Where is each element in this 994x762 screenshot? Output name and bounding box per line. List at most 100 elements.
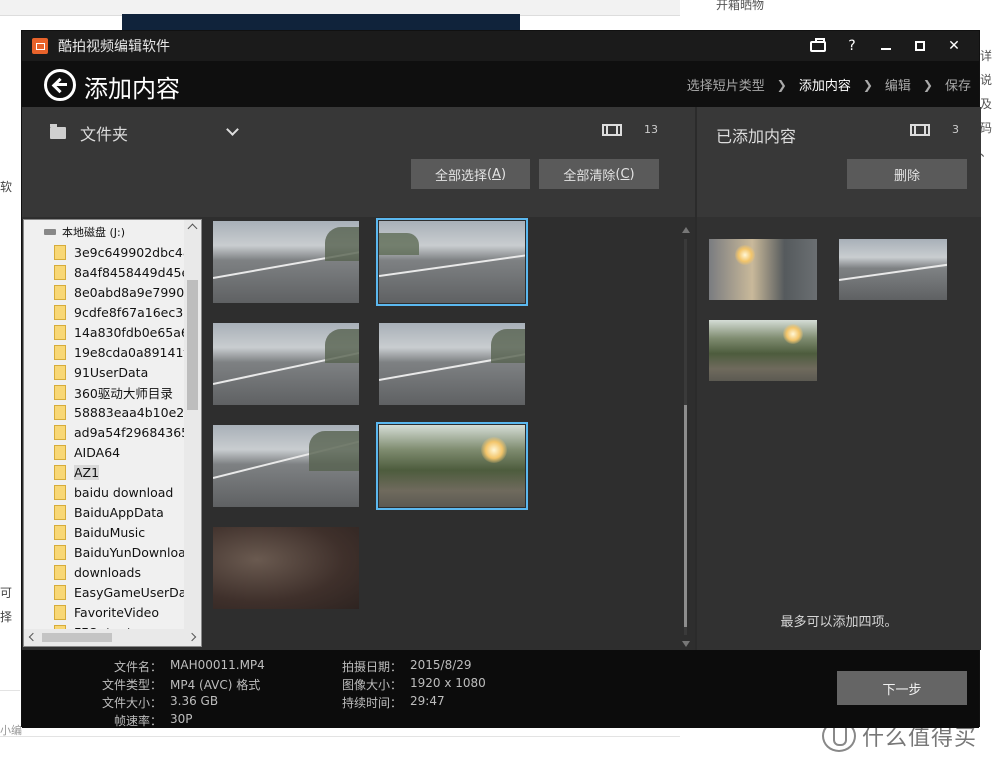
background-divider xyxy=(0,690,20,691)
folder-icon xyxy=(54,604,66,620)
added-count: 3 xyxy=(910,123,959,136)
film-icon xyxy=(602,123,622,136)
step-add-content[interactable]: 添加内容 xyxy=(799,75,851,94)
info-duration: 持续时间： 29:47 xyxy=(341,694,445,710)
video-thumbnail[interactable] xyxy=(213,425,359,507)
folder-icon xyxy=(54,244,66,260)
video-thumbnail-selected[interactable] xyxy=(376,422,528,510)
tree-item[interactable]: 58883eaa4b10e20 xyxy=(54,402,188,422)
video-thumbnail[interactable] xyxy=(213,221,359,303)
tree-item[interactable]: BaiduAppData xyxy=(54,502,188,522)
scroll-up-icon[interactable] xyxy=(682,227,690,233)
info-filename: 文件名： MAH00011.MP4 xyxy=(113,658,265,674)
tree-vertical-scrollbar[interactable] xyxy=(184,220,201,630)
toolbox-icon xyxy=(810,37,826,52)
background-right-column: 详 说 及 码 、 xyxy=(980,49,993,159)
added-clip-thumbnail[interactable] xyxy=(709,239,817,300)
tree-item[interactable]: baidu download xyxy=(54,482,188,502)
maximize-icon xyxy=(915,41,925,51)
video-thumbnail[interactable] xyxy=(213,527,359,609)
scroll-up-icon[interactable] xyxy=(187,223,198,234)
scroll-down-icon[interactable] xyxy=(682,641,690,647)
chevron-right-icon: ❯ xyxy=(776,77,787,92)
help-button[interactable]: ? xyxy=(835,31,869,61)
folder-icon xyxy=(54,344,66,360)
scroll-left-icon[interactable] xyxy=(28,632,38,642)
video-thumbnail-selected[interactable] xyxy=(376,218,528,306)
tree-item[interactable]: downloads xyxy=(54,562,188,582)
tree-item[interactable]: 9cdfe8f67a16ec3e xyxy=(54,302,188,322)
source-panel: 文件夹 13 全部选择(A) 全部清除(C) 本地磁盘 (J:) 3e9c649… xyxy=(22,107,695,650)
folder-icon xyxy=(54,424,66,440)
scroll-thumb[interactable] xyxy=(187,280,198,410)
minimize-icon xyxy=(881,48,891,50)
folder-icon xyxy=(54,504,66,520)
step-edit[interactable]: 编辑 xyxy=(885,75,911,94)
minimize-button[interactable] xyxy=(869,31,903,61)
tree-item[interactable]: 8e0abd8a9e79901 xyxy=(54,282,188,302)
folder-selector[interactable]: 文件夹 xyxy=(50,121,128,145)
video-thumbnail[interactable] xyxy=(379,323,525,405)
tree-item[interactable]: BaiduYunDownload xyxy=(54,542,188,562)
folder-tree[interactable]: 本地磁盘 (J:) 3e9c649902dbc48 8a4f8458449d45… xyxy=(23,219,202,647)
folder-label: 文件夹 xyxy=(80,125,129,144)
tree-item[interactable]: BaiduMusic xyxy=(54,522,188,542)
folder-icon xyxy=(54,444,66,460)
drive-icon xyxy=(44,229,56,235)
added-clip-thumbnail[interactable] xyxy=(709,320,817,381)
tree-item[interactable]: 91UserData xyxy=(54,362,188,382)
background-right-title: 开箱晒物 xyxy=(716,0,765,12)
tree-item[interactable]: 14a830fdb0e65a63 xyxy=(54,322,188,342)
select-all-button[interactable]: 全部选择(A) xyxy=(411,159,530,189)
step-select-type[interactable]: 选择短片类型 xyxy=(687,75,765,94)
folder-icon xyxy=(54,404,66,420)
scroll-right-icon[interactable] xyxy=(187,632,197,642)
added-content-panel: 已添加内容 3 删除 最多可以添加四项。 xyxy=(697,107,981,650)
step-breadcrumb: 选择短片类型 ❯ 添加内容 ❯ 编辑 ❯ 保存 xyxy=(687,75,971,95)
maximize-button[interactable] xyxy=(903,31,937,61)
folder-icon xyxy=(54,364,66,380)
chevron-right-icon: ❯ xyxy=(862,77,873,92)
folder-icon xyxy=(54,584,66,600)
close-button[interactable]: ✕ xyxy=(937,31,971,61)
added-clip-thumbnail[interactable] xyxy=(839,239,947,300)
chevron-right-icon: ❯ xyxy=(922,77,933,92)
tree-item[interactable]: 3e9c649902dbc48 xyxy=(54,242,188,262)
scroll-thumb[interactable] xyxy=(684,405,687,627)
tree-item[interactable]: 360驱动大师目录 xyxy=(54,382,188,402)
thumbnail-scrollbar[interactable] xyxy=(678,223,694,649)
delete-button[interactable]: 删除 xyxy=(847,159,967,189)
tree-item[interactable]: AIDA64 xyxy=(54,442,188,462)
info-resolution: 图像大小： 1920 x 1080 xyxy=(341,676,486,692)
scroll-thumb[interactable] xyxy=(42,633,112,642)
tree-item[interactable]: ad9a54f29684365c xyxy=(54,422,188,442)
tree-item[interactable]: 8a4f8458449d45e9 xyxy=(54,262,188,282)
tree-root-drive[interactable]: 本地磁盘 (J:) xyxy=(44,224,125,240)
tree-item-selected[interactable]: AZ1 xyxy=(54,462,188,482)
app-window: 酷拍视频编辑软件 ? ✕ 添加内容 选择短片类型 ❯ 添加内容 ❯ 编辑 ❯ 保… xyxy=(21,30,981,728)
background-text: 小编 xyxy=(0,724,22,737)
film-icon xyxy=(910,123,930,136)
folder-icon xyxy=(54,284,66,300)
source-toolbar: 文件夹 13 全部选择(A) 全部清除(C) xyxy=(22,107,695,217)
folder-icon xyxy=(50,124,66,139)
tree-item[interactable]: FavoriteVideo xyxy=(54,602,188,622)
app-logo-icon xyxy=(32,38,48,54)
source-count: 13 xyxy=(602,123,658,136)
background-text: 可 xyxy=(0,586,13,600)
folder-icon xyxy=(54,464,66,480)
next-button[interactable]: 下一步 xyxy=(837,671,967,705)
tree-horizontal-scrollbar[interactable] xyxy=(24,629,201,646)
tree-item[interactable]: EasyGameUserData xyxy=(54,582,188,602)
added-content-title: 已添加内容 xyxy=(716,127,797,146)
toolbox-button[interactable] xyxy=(801,31,835,61)
page-title: 添加内容 xyxy=(84,75,180,103)
video-thumbnail[interactable] xyxy=(213,323,359,405)
tree-item[interactable]: 19e8cda0a89141f3 xyxy=(54,342,188,362)
limit-note: 最多可以添加四项。 xyxy=(780,615,898,630)
back-button[interactable] xyxy=(44,69,76,101)
step-save[interactable]: 保存 xyxy=(945,75,971,94)
page-header: 添加内容 选择短片类型 ❯ 添加内容 ❯ 编辑 ❯ 保存 xyxy=(22,61,979,107)
chevron-down-icon[interactable] xyxy=(226,123,239,136)
clear-all-button[interactable]: 全部清除(C) xyxy=(539,159,659,189)
